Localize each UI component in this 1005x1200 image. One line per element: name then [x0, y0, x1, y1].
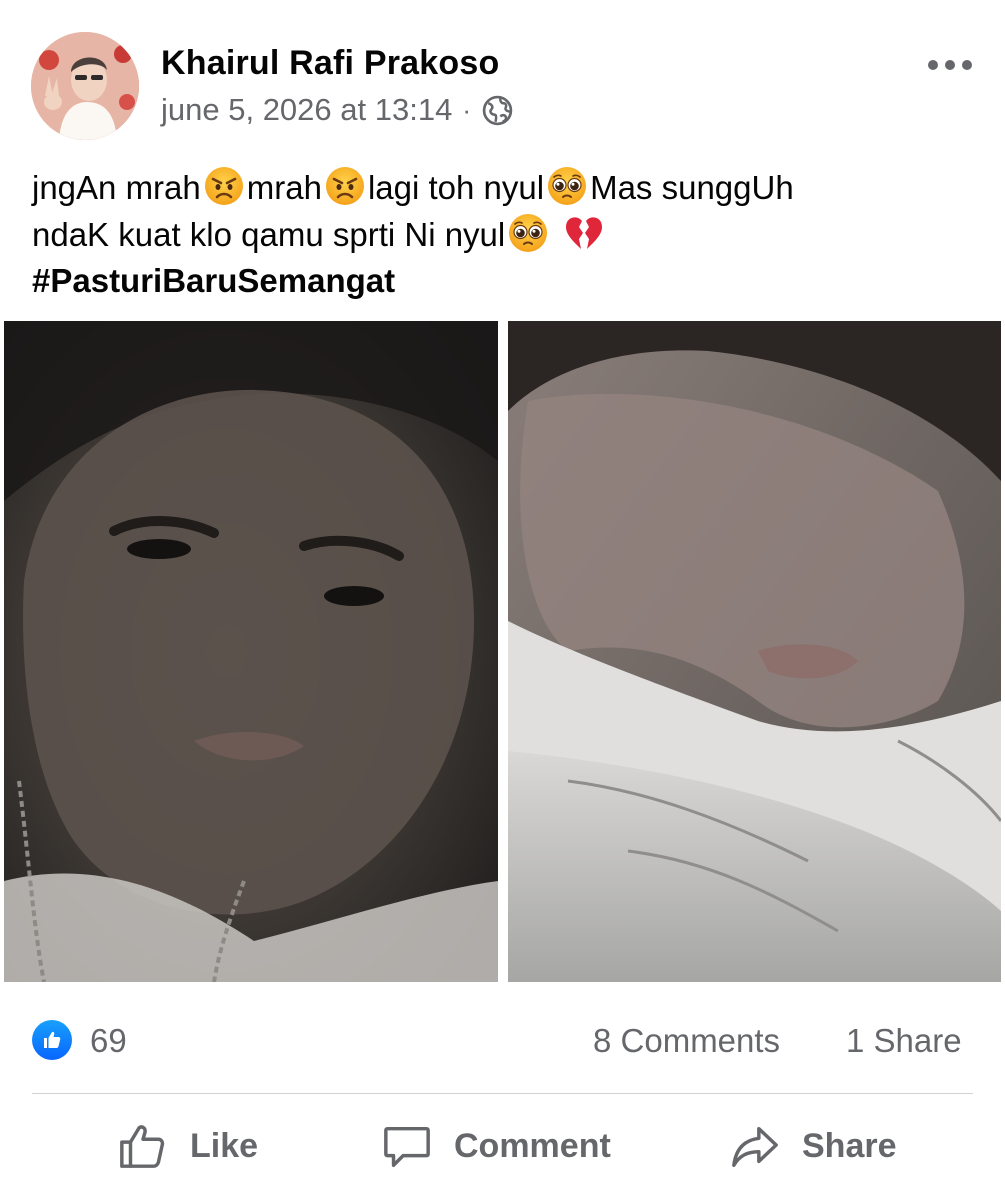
- thumbs-up-icon: [120, 1125, 165, 1168]
- caption-text: mrah: [246, 169, 322, 206]
- more-dot-icon: [962, 60, 972, 70]
- more-dot-icon: [945, 60, 955, 70]
- hashtag-link[interactable]: #PasturiBaruSemangat: [32, 258, 982, 304]
- shares-count[interactable]: 1 Share: [846, 1022, 962, 1060]
- comment-label: Comment: [454, 1126, 611, 1165]
- share-label: Share: [802, 1126, 897, 1165]
- photo-grid: [4, 321, 1001, 982]
- post-stats: 69 8 Comments 1 Share: [0, 1010, 1005, 1070]
- divider: [32, 1093, 973, 1094]
- photo-2-image: [508, 321, 1001, 982]
- post-timestamp[interactable]: june 5, 2026 at 13:14: [161, 92, 452, 128]
- pleading-face-icon: [548, 167, 587, 205]
- post-header: Khairul Rafi Prakoso june 5, 2026 at 13:…: [0, 0, 1005, 150]
- photo-1[interactable]: [4, 321, 498, 982]
- action-bar: Like Comment Share: [0, 1100, 1005, 1195]
- caption-text: lagi toh nyul: [367, 169, 545, 206]
- author-name[interactable]: Khairul Rafi Prakoso: [161, 44, 499, 83]
- caption-line-2: ndaK kuat klo qamu sprti Ni nyul: [32, 211, 982, 258]
- caption-text: jngAn mrah: [32, 169, 201, 206]
- meta-separator: ·: [462, 94, 471, 125]
- avatar[interactable]: [31, 32, 139, 140]
- more-options-button[interactable]: [922, 52, 978, 78]
- like-button[interactable]: Like: [118, 1114, 258, 1178]
- caption-line-1: jngAn mrah mrah lagi toh nyul Mas sunggU…: [32, 164, 982, 211]
- caption-text: Mas sunggUh: [590, 169, 794, 206]
- avatar-image: [31, 32, 139, 140]
- post-meta: june 5, 2026 at 13:14 ·: [161, 92, 514, 128]
- photo-1-image: [4, 321, 498, 982]
- like-count[interactable]: 69: [90, 1022, 127, 1060]
- photo-2[interactable]: [508, 321, 1001, 982]
- caption-text: ndaK kuat klo qamu sprti Ni nyul: [32, 216, 506, 253]
- comments-count[interactable]: 8 Comments: [593, 1022, 780, 1060]
- like-reaction-icon[interactable]: [32, 1020, 72, 1060]
- more-dot-icon: [928, 60, 938, 70]
- comment-bubble-icon: [384, 1126, 430, 1167]
- broken-heart-icon: [566, 217, 603, 249]
- comment-button[interactable]: Comment: [382, 1114, 611, 1178]
- pleading-face-icon: [509, 214, 548, 252]
- share-button[interactable]: Share: [730, 1114, 897, 1178]
- globe-icon[interactable]: [481, 94, 514, 127]
- share-arrow-icon: [732, 1126, 778, 1167]
- angry-face-icon: [204, 167, 243, 205]
- angry-face-icon: [325, 167, 364, 205]
- post-caption: jngAn mrah mrah lagi toh nyul Mas sunggU…: [32, 164, 982, 304]
- like-label: Like: [190, 1126, 259, 1165]
